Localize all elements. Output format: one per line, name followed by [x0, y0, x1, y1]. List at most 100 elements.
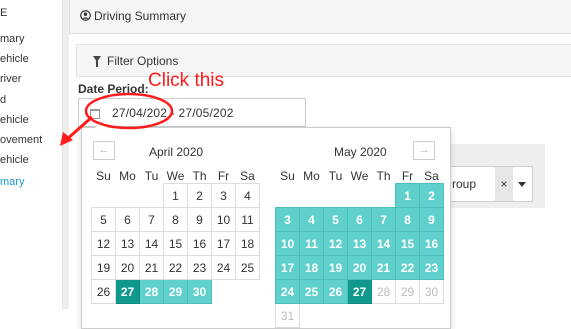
calendar-day[interactable]: 31	[275, 303, 300, 328]
calendar-day[interactable]: 16	[419, 231, 444, 256]
date-period-value: 27/04/202 - 27/05/202	[112, 106, 234, 120]
weekday-header: Mo	[303, 169, 320, 184]
calendar-empty-cell	[372, 304, 396, 328]
calendar-day[interactable]: 17	[275, 255, 300, 280]
calendar-day[interactable]: 23	[419, 255, 444, 280]
calendar-day[interactable]: 28	[139, 279, 164, 304]
calendar-day[interactable]: 3	[211, 183, 236, 208]
calendar-day[interactable]: 18	[299, 255, 324, 280]
calendar-day[interactable]: 2	[187, 183, 212, 208]
calendar-day[interactable]: 11	[235, 207, 260, 232]
calendar-empty-cell	[396, 304, 420, 328]
calendar-day[interactable]: 2	[419, 183, 444, 208]
calendar-day[interactable]: 8	[395, 207, 420, 232]
calendar-day[interactable]: 1	[163, 183, 188, 208]
calendar-day[interactable]: 14	[139, 231, 164, 256]
calendar-day[interactable]: 9	[419, 207, 444, 232]
calendar-empty-cell	[420, 304, 444, 328]
calendar-day[interactable]: 14	[371, 231, 396, 256]
calendar-day[interactable]: 15	[163, 231, 188, 256]
calendar-day[interactable]: 13	[115, 231, 140, 256]
calendar-day[interactable]: 20	[347, 255, 372, 280]
sidebar-item[interactable]: ehicle	[0, 113, 29, 127]
sidebar-item[interactable]: mary	[0, 32, 24, 46]
calendar-week: 3456789	[275, 207, 444, 232]
clear-icon[interactable]: ×	[495, 167, 513, 201]
sidebar-item[interactable]: river	[0, 72, 21, 86]
calendar-week: 1234	[92, 183, 260, 208]
sidebar-item[interactable]: ovement	[0, 133, 42, 147]
calendar-day[interactable]: 20	[115, 255, 140, 280]
calendar-week: 10 11 12 13 14 15 16	[275, 231, 444, 256]
panel-title: Driving Summary	[94, 9, 187, 23]
calendar-empty-cell	[116, 184, 140, 208]
calendar-day[interactable]: 6	[347, 207, 372, 232]
calendar-empty-cell	[348, 184, 372, 208]
sidebar-item[interactable]: d	[0, 93, 6, 107]
right-month-title: May 2020	[334, 145, 387, 159]
calendar-day[interactable]: 7	[139, 207, 164, 232]
prev-month-button[interactable]: ←	[93, 141, 115, 160]
calendar-day[interactable]: 4	[235, 183, 260, 208]
calendar-day[interactable]: 19	[323, 255, 348, 280]
calendar-day[interactable]: 4	[299, 207, 324, 232]
calendar-day[interactable]: 1	[395, 183, 420, 208]
calendar-day[interactable]: 30	[187, 279, 212, 304]
calendar-day[interactable]: 24	[275, 279, 300, 304]
weekday-header: Sa	[240, 169, 255, 183]
calendar-day[interactable]: 12	[323, 231, 348, 256]
calendar-day[interactable]: 13	[347, 231, 372, 256]
next-month-button[interactable]: →	[413, 141, 435, 160]
date-period-input[interactable]: 27/04/202 - 27/05/202	[78, 98, 306, 127]
calendar-day[interactable]: 11	[299, 231, 324, 256]
calendar-day[interactable]: 8	[163, 207, 188, 232]
chevron-down-icon[interactable]	[518, 182, 526, 187]
calendar-day[interactable]: 26	[323, 279, 348, 304]
calendar-day[interactable]: 29	[163, 279, 188, 304]
calendar-day[interactable]: 9	[187, 207, 212, 232]
calendar-day[interactable]: 12	[91, 231, 116, 256]
weekday-header: Fr	[401, 169, 414, 183]
calendar-day[interactable]: 27	[347, 279, 372, 304]
calendar-day[interactable]: 10	[211, 207, 236, 232]
calendar-day[interactable]: 21	[139, 255, 164, 280]
calendar-empty-cell	[92, 184, 116, 208]
calendar-day[interactable]: 25	[235, 255, 260, 280]
calendar-day[interactable]: 5	[91, 207, 116, 232]
weekday-header: Tu	[328, 169, 343, 184]
calendar-day[interactable]: 15	[395, 231, 420, 256]
calendar-day[interactable]: 24	[211, 255, 236, 280]
weekday-header: Fr	[217, 169, 230, 183]
sidebar-item[interactable]: ehicle	[0, 52, 29, 66]
calendar-week: 17 18 19 20 21 22 23	[275, 255, 444, 280]
calendar-day[interactable]: 26	[91, 279, 116, 304]
calendar-day[interactable]: 30	[419, 279, 444, 304]
panel-header: Driving Summary	[69, 0, 571, 34]
calendar-day[interactable]: 10	[275, 231, 300, 256]
calendar-day[interactable]: 28	[371, 279, 396, 304]
sidebar-item[interactable]: ehicle	[0, 153, 29, 167]
sidebar-item[interactable]: E	[0, 6, 7, 20]
calendar-day[interactable]: 6	[115, 207, 140, 232]
calendar-day[interactable]: 16	[187, 231, 212, 256]
calendar-day[interactable]: 22	[395, 255, 420, 280]
weekday-header: We	[166, 169, 185, 183]
calendar-day[interactable]: 29	[395, 279, 420, 304]
calendar-day[interactable]: 17	[211, 231, 236, 256]
calendar-day[interactable]: 22	[163, 255, 188, 280]
user-circle-icon	[80, 10, 91, 21]
calendar-day[interactable]: 21	[371, 255, 396, 280]
calendar-empty-cell	[300, 184, 324, 208]
group-select[interactable]: roup ×	[445, 166, 533, 202]
date-range-picker: ← April 2020 Su Mo Tu We Th Fr Sa 1 2 3 4 5 6 7 8 9 10 11…	[81, 121, 451, 329]
weekday-header: Mo	[119, 169, 136, 184]
calendar-day[interactable]: 5	[323, 207, 348, 232]
calendar-day[interactable]: 19	[91, 255, 116, 280]
sidebar-item-active[interactable]: mary	[0, 175, 24, 189]
calendar-day[interactable]: 27	[115, 279, 140, 304]
calendar-day[interactable]: 18	[235, 231, 260, 256]
calendar-day[interactable]: 25	[299, 279, 324, 304]
calendar-day[interactable]: 7	[371, 207, 396, 232]
calendar-day[interactable]: 3	[275, 207, 300, 232]
calendar-day[interactable]: 23	[187, 255, 212, 280]
